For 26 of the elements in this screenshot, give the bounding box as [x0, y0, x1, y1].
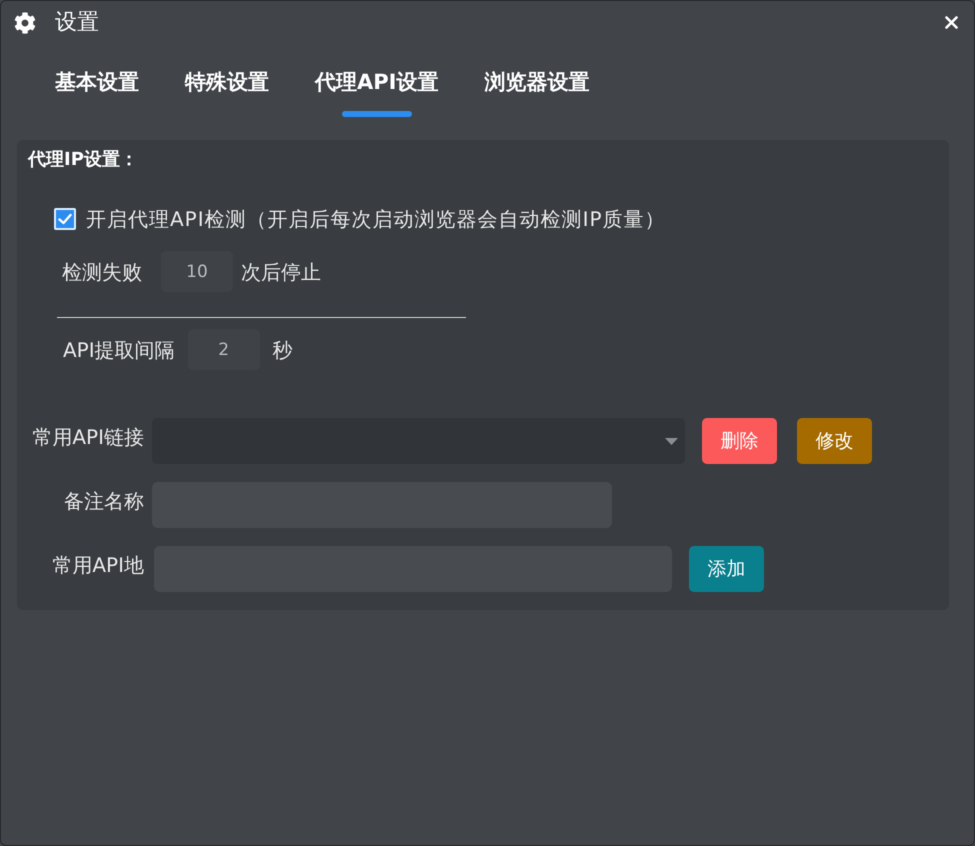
caret-icon	[665, 438, 678, 444]
close-icon	[945, 16, 958, 29]
checkbox-label: 开启代理API检测（开启后每次启动浏览器会自动检测IP质量）	[86, 207, 666, 231]
field-label: API提取间隔	[63, 338, 175, 362]
tab[interactable]: 浏览器设置	[484, 44, 590, 117]
tab[interactable]: 基本设置	[55, 44, 139, 117]
field-suffix: 秒	[272, 338, 293, 362]
section-title: 代理IP设置：	[28, 150, 138, 170]
tab[interactable]: 特殊设置	[185, 44, 269, 117]
field-label: 备注名称	[63, 489, 145, 513]
close-button[interactable]	[945, 16, 958, 29]
number-input[interactable]: 2	[188, 329, 260, 370]
action-button[interactable]: 添加	[689, 546, 764, 592]
field-label: 常用API地	[51, 553, 145, 577]
number-input[interactable]: 10	[161, 251, 233, 292]
checkbox[interactable]	[54, 208, 76, 230]
field-suffix: 次后停止	[241, 260, 321, 284]
checkmark-icon	[58, 213, 72, 225]
settings-icon	[14, 12, 36, 34]
field-label: 检测失败	[62, 260, 142, 284]
dropdown-field[interactable]	[152, 418, 685, 464]
action-button[interactable]: 修改	[797, 418, 872, 464]
tab[interactable]: 代理API设置	[315, 44, 438, 117]
field-label: 常用API链接	[31, 425, 145, 449]
window-title: 设置	[55, 10, 99, 36]
action-button[interactable]: 删除	[702, 418, 777, 464]
